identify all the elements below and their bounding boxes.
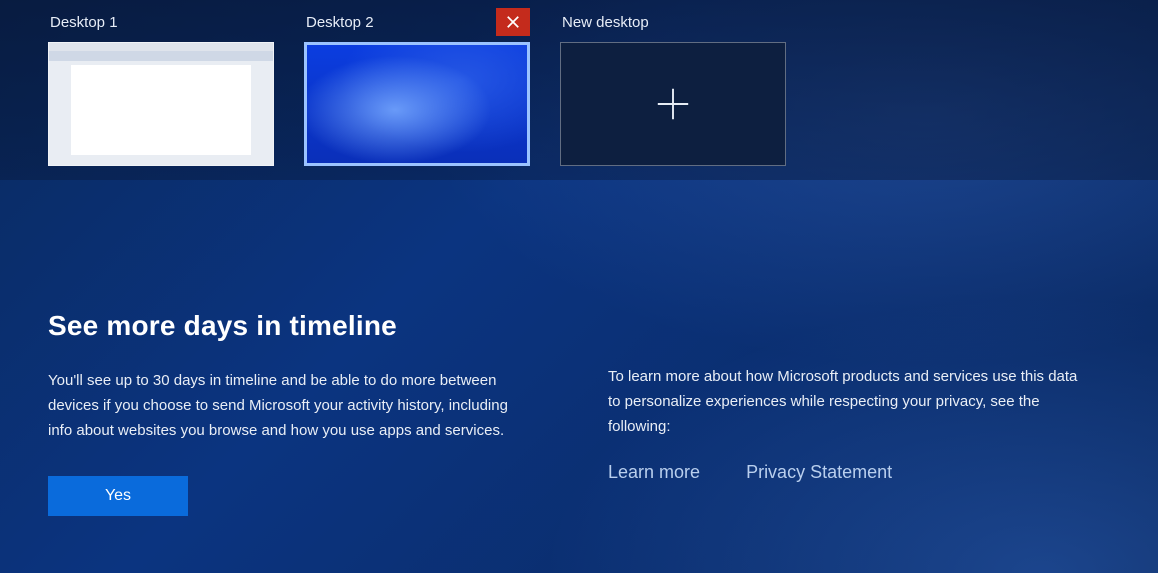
desktop-1: Desktop 1: [48, 8, 274, 166]
promo-privacy-text: To learn more about how Microsoft produc…: [608, 364, 1078, 440]
desktop-2-thumbnail[interactable]: [304, 42, 530, 166]
promo-left-column: See more days in timeline You'll see up …: [48, 310, 548, 516]
timeline-opt-in-panel: See more days in timeline You'll see up …: [0, 180, 1158, 516]
close-icon: [506, 15, 520, 29]
new-desktop: New desktop: [560, 8, 786, 166]
desktop-1-thumbnail[interactable]: [48, 42, 274, 166]
plus-icon: [654, 85, 692, 123]
virtual-desktops-bar: Desktop 1 Desktop 2 New desktop: [0, 0, 1158, 180]
yes-button-label: Yes: [105, 487, 131, 505]
privacy-statement-link[interactable]: Privacy Statement: [746, 462, 892, 483]
new-desktop-label: New desktop: [562, 14, 649, 31]
desktop-1-header: Desktop 1: [48, 8, 274, 36]
promo-title: See more days in timeline: [48, 310, 548, 342]
promo-right-column: To learn more about how Microsoft produc…: [608, 310, 1110, 516]
desktop-2-label: Desktop 2: [306, 14, 374, 31]
promo-links: Learn more Privacy Statement: [608, 462, 1110, 483]
new-desktop-header: New desktop: [560, 8, 786, 36]
yes-button[interactable]: Yes: [48, 476, 188, 516]
desktop-1-label: Desktop 1: [50, 14, 118, 31]
learn-more-link[interactable]: Learn more: [608, 462, 700, 483]
promo-description: You'll see up to 30 days in timeline and…: [48, 368, 518, 444]
desktop-2: Desktop 2: [304, 8, 530, 166]
new-desktop-button[interactable]: [560, 42, 786, 166]
desktop-2-header: Desktop 2: [304, 8, 530, 36]
close-desktop-button[interactable]: [496, 8, 530, 36]
